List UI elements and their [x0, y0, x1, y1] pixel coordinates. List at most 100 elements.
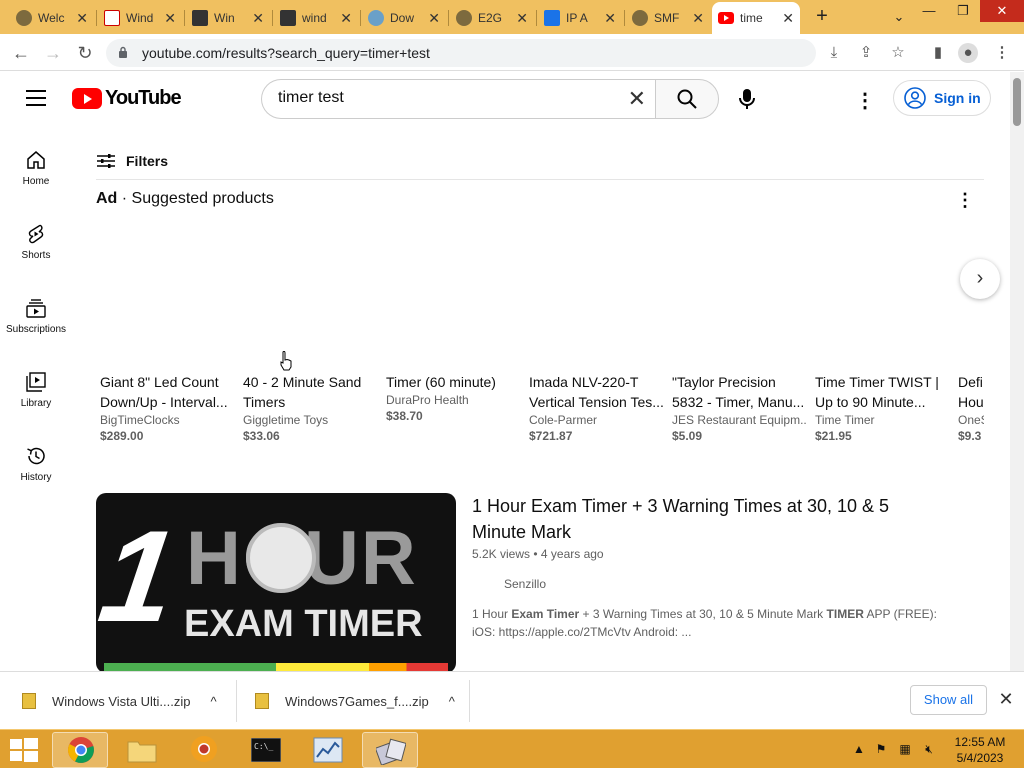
browser-tab[interactable]: E2G ✕	[450, 4, 534, 32]
chevron-up-icon[interactable]: ^	[449, 694, 455, 709]
close-icon[interactable]: ✕	[76, 10, 88, 27]
product-price: $9.3	[958, 429, 982, 443]
chevron-up-icon[interactable]: ^	[210, 694, 216, 709]
side-panel-icon[interactable]: ▮	[928, 43, 948, 63]
browser-tab[interactable]: Win ✕	[186, 4, 270, 32]
product-title: Time Timer TWIST | Up to 90 Minute...	[815, 374, 939, 410]
new-tab-button[interactable]: +	[812, 6, 832, 26]
scrollbar-thumb[interactable]	[1013, 78, 1021, 126]
taskbar-cmd[interactable]: C:\_	[238, 732, 294, 768]
close-icon[interactable]: ✕	[782, 10, 794, 27]
ad-more-options-icon[interactable]: ⋮	[956, 190, 974, 210]
product-card[interactable]: "Taylor Precision 5832 - Timer, Manu... …	[672, 372, 807, 443]
browser-menu-icon[interactable]: ⋮	[992, 43, 1012, 63]
tab-title: Wind	[126, 11, 154, 25]
history-icon	[27, 447, 45, 465]
sidebar-item-history[interactable]: History	[0, 440, 72, 510]
bookmark-star-icon[interactable]: ☆	[888, 43, 908, 63]
browser-tab[interactable]: IP A ✕	[538, 4, 622, 32]
archive-icon	[280, 10, 296, 26]
install-app-icon[interactable]: ⤓	[824, 43, 844, 63]
product-title: Defi Hou	[958, 374, 984, 410]
product-card[interactable]: Timer (60 minute) DuraPro Health $38.70	[386, 372, 521, 423]
desc-text: 1 Hour	[472, 607, 512, 621]
search-button[interactable]	[655, 79, 719, 119]
close-icon[interactable]: ✕	[604, 10, 616, 27]
close-icon[interactable]: ✕	[428, 10, 440, 27]
close-icon[interactable]: ✕	[516, 10, 528, 27]
windows-taskbar: C:\_ ▲ ⚑ ▦ 🔇︎ 12:55 AM 5/4/2023	[0, 729, 1024, 768]
microphone-icon[interactable]	[735, 87, 759, 111]
close-downloads-bar-icon[interactable]: ✕	[998, 689, 1014, 709]
download-item[interactable]: Windows7Games_f....zip ^	[255, 672, 455, 730]
taskbar-clock-time[interactable]: 12:55 AM	[950, 735, 1010, 749]
search-input[interactable]	[278, 89, 618, 107]
reload-button[interactable]: ↻	[74, 42, 96, 64]
sidebar-item-shorts[interactable]: Shorts	[0, 218, 72, 288]
tab-search-chevron-icon[interactable]: ⌄	[882, 6, 916, 28]
sidebar-item-subscriptions[interactable]: Subscriptions	[0, 292, 72, 362]
product-price: $289.00	[100, 429, 144, 443]
youtube-logo[interactable]: YouTube	[72, 87, 182, 110]
restore-button[interactable]: ❐	[946, 0, 980, 22]
close-icon[interactable]: ✕	[692, 10, 704, 27]
carousel-next-button[interactable]: ›	[960, 259, 1000, 299]
browser-tab[interactable]: Wind ✕	[98, 4, 182, 32]
back-button[interactable]: ←	[10, 42, 32, 64]
profile-avatar-icon[interactable]: ●	[958, 43, 978, 63]
video-thumbnail[interactable]: 1 HOUR EXAM TIMER	[96, 493, 456, 673]
taskbar-chrome[interactable]	[52, 732, 108, 768]
forward-button[interactable]: →	[42, 42, 64, 64]
page-scrollbar[interactable]	[1010, 72, 1024, 671]
volume-muted-icon[interactable]: 🔇︎	[922, 742, 936, 756]
product-card[interactable]: Imada NLV-220-T Vertical Tension Tes... …	[529, 372, 664, 443]
sign-in-label: Sign in	[934, 90, 981, 106]
download-item[interactable]: Windows Vista Ulti....zip ^	[22, 672, 217, 730]
channel-name-link[interactable]: Senzillo	[504, 577, 546, 591]
network-icon[interactable]: ▦	[898, 742, 912, 756]
address-bar[interactable]: youtube.com/results?search_query=timer+t…	[106, 39, 816, 67]
product-title: Giant 8" Led Count Down/Up - Interval...	[100, 374, 228, 410]
share-icon[interactable]: ⇪	[856, 43, 876, 63]
show-all-downloads-button[interactable]: Show all	[910, 685, 987, 715]
window-close-button[interactable]: ✕	[980, 0, 1024, 22]
close-icon[interactable]: ✕	[164, 10, 176, 27]
menu-hamburger-icon[interactable]	[26, 90, 46, 106]
sidebar-item-label: History	[20, 472, 52, 483]
browser-tab-active[interactable]: time ✕	[712, 2, 800, 34]
taskbar-control-panel[interactable]	[300, 732, 356, 768]
tray-expand-icon[interactable]: ▲	[852, 742, 866, 756]
url-text[interactable]: youtube.com/results?search_query=timer+t…	[142, 45, 430, 61]
taskbar-app-chrome-canary[interactable]	[176, 732, 232, 768]
minimize-button[interactable]: —	[912, 0, 946, 22]
taskbar-explorer[interactable]	[114, 732, 170, 768]
product-carousel: Giant 8" Led Count Down/Up - Interval...…	[100, 372, 984, 452]
product-card[interactable]: 40 - 2 Minute Sand Timers Giggletime Toy…	[243, 372, 378, 443]
hand-cursor-icon	[280, 351, 292, 371]
filter-sliders-icon	[97, 154, 115, 168]
product-card[interactable]: Giant 8" Led Count Down/Up - Interval...…	[100, 372, 235, 443]
browser-tab[interactable]: SMF ✕	[626, 4, 710, 32]
lock-icon[interactable]	[118, 46, 128, 58]
sidebar-item-home[interactable]: Home	[0, 144, 72, 214]
clear-search-icon[interactable]: ✕	[628, 86, 646, 112]
globe-icon	[16, 10, 32, 26]
browser-tab[interactable]: Welc ✕	[10, 4, 94, 32]
settings-more-icon[interactable]: ⋮	[855, 88, 875, 112]
sign-in-button[interactable]: Sign in	[893, 80, 991, 116]
close-icon[interactable]: ✕	[252, 10, 264, 27]
browser-tab[interactable]: wind ✕	[274, 4, 358, 32]
tab-divider	[272, 10, 273, 26]
filters-button[interactable]: Filters	[96, 150, 168, 172]
taskbar-clock-date[interactable]: 5/4/2023	[950, 751, 1010, 765]
taskbar-games[interactable]	[362, 732, 418, 768]
product-card[interactable]: Defi Hou OneS $9.3	[958, 372, 984, 443]
browser-tab[interactable]: Dow ✕	[362, 4, 446, 32]
product-card[interactable]: Time Timer TWIST | Up to 90 Minute... Ti…	[815, 372, 950, 443]
video-title-link[interactable]: 1 Hour Exam Timer + 3 Warning Times at 3…	[472, 493, 912, 545]
action-center-flag-icon[interactable]: ⚑	[874, 742, 888, 756]
close-icon[interactable]: ✕	[340, 10, 352, 27]
search-box[interactable]: ✕	[261, 79, 656, 119]
start-button[interactable]	[0, 732, 48, 768]
sidebar-item-library[interactable]: Library	[0, 366, 72, 436]
